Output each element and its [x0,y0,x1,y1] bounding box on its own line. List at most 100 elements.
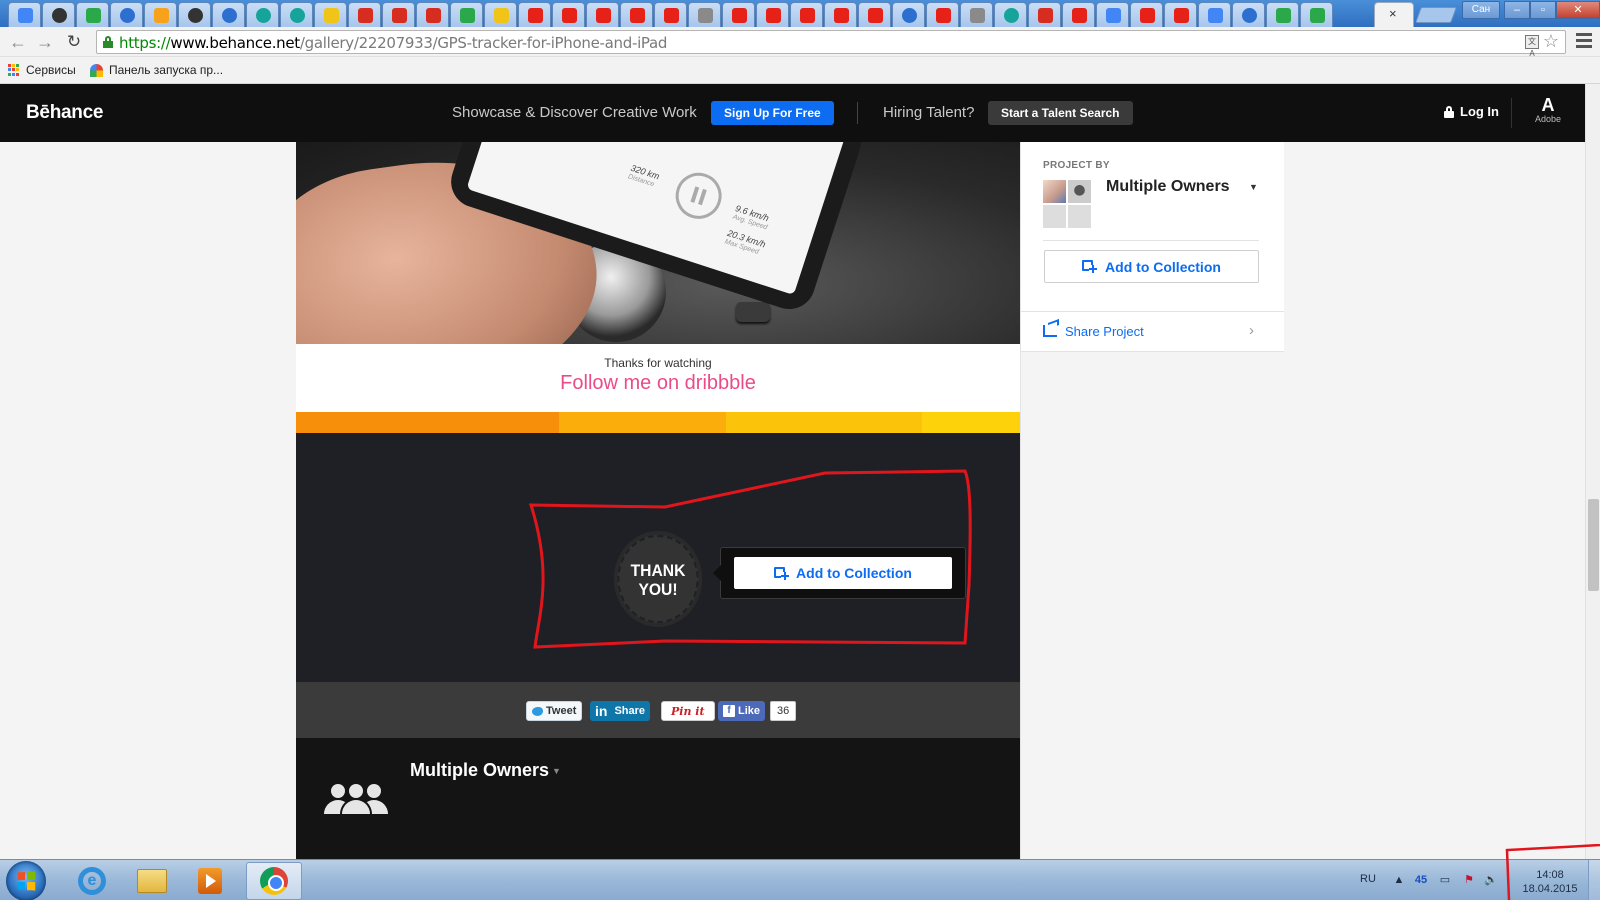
footer-dropdown-caret-icon[interactable]: ▼ [552,766,561,776]
browser-tab[interactable] [1130,2,1163,27]
browser-tab[interactable] [756,2,789,27]
browser-tab[interactable] [1266,2,1299,27]
browser-tab[interactable] [518,2,551,27]
facebook-like-button[interactable]: f Like [718,701,766,721]
browser-tab[interactable] [382,2,415,27]
browser-tab[interactable] [450,2,483,27]
close-window-button[interactable]: ✕ [1556,1,1600,19]
bookmark-apps[interactable]: Сервисы [8,63,76,77]
sign-up-button[interactable]: Sign Up For Free [711,101,834,125]
taskbar-chrome[interactable] [246,862,302,900]
browser-tab[interactable] [42,2,75,27]
browser-tab[interactable] [586,2,619,27]
maximize-button[interactable]: ▫ [1530,1,1556,19]
volume-icon[interactable]: 🔈 [1484,874,1498,887]
browser-tab[interactable] [280,2,313,27]
browser-tab[interactable] [1198,2,1231,27]
reload-button[interactable]: ↻ [62,31,86,53]
browser-tab[interactable] [722,2,755,27]
browser-tab[interactable] [790,2,823,27]
chrome-menu-icon[interactable] [1576,33,1592,49]
owners-dropdown-caret-icon[interactable]: ▼ [1249,182,1258,192]
tray-app-icon[interactable]: 45 [1414,874,1428,887]
tab-favicon-icon [358,8,373,23]
browser-tab[interactable] [824,2,857,27]
start-button[interactable] [6,861,46,900]
sidebar-owners-name[interactable]: Multiple Owners [1106,178,1230,196]
pinterest-button[interactable]: Pin it [661,701,715,721]
address-bar[interactable]: https://www.behance.net/gallery/22207933… [96,30,1566,58]
talent-search-button[interactable]: Start a Talent Search [988,101,1133,125]
browser-tab[interactable] [892,2,925,27]
header-divider [857,102,858,124]
behance-logo[interactable]: Bēhance [26,102,103,124]
browser-tab[interactable] [178,2,211,27]
sidebar-divider [1043,240,1259,241]
browser-tab[interactable] [1062,2,1095,27]
minimize-button[interactable]: – [1504,1,1530,19]
share-project-row[interactable]: Share Project › [1021,312,1284,352]
url-text[interactable]: https://www.behance.net/gallery/22207933… [119,34,667,52]
bookmark-launcher[interactable]: Панель запуска пр... [90,63,223,77]
thanks-for-watching-text: Thanks for watching [604,356,712,370]
browser-tab[interactable] [1096,2,1129,27]
bookmark-star-icon[interactable]: ☆ [1543,31,1559,52]
language-indicator[interactable]: RU [1360,873,1376,885]
browser-tab[interactable] [110,2,143,27]
login-link[interactable]: Log In [1444,104,1499,119]
page-scrollbar[interactable] [1585,84,1600,859]
tab-favicon-icon [528,8,543,23]
profile-button[interactable]: Сан [1462,1,1500,19]
new-tab-button[interactable] [1415,7,1457,23]
owner-avatars[interactable] [1043,180,1091,228]
dribbble-link[interactable]: Follow me on dribbble [296,372,1020,395]
browser-tab[interactable] [246,2,279,27]
taskbar-media-player[interactable] [182,862,238,900]
browser-tab[interactable] [314,2,347,27]
browser-tab[interactable] [484,2,517,27]
close-tab-icon[interactable]: × [1389,6,1397,21]
browser-tab[interactable] [654,2,687,27]
tab-favicon-icon [1310,8,1325,23]
network-icon[interactable]: ▭ [1438,874,1452,887]
translate-icon[interactable]: 文A [1525,35,1539,58]
browser-tab[interactable] [620,2,653,27]
avatar-placeholder [1068,205,1091,228]
adobe-logo[interactable]: A Adobe [1530,96,1566,124]
action-center-flag-icon[interactable]: ⚑ [1462,874,1476,887]
taskbar-internet-explorer[interactable]: e [64,862,120,900]
tab-favicon-icon [1004,8,1019,23]
browser-tab[interactable] [926,2,959,27]
tab-favicon-icon [188,8,203,23]
taskbar-file-explorer[interactable] [124,862,180,900]
tab-active[interactable]: × [1374,2,1414,27]
sidebar-add-to-collection-button[interactable]: Add to Collection [1044,250,1259,283]
browser-tab[interactable] [552,2,585,27]
browser-tab[interactable] [1300,2,1333,27]
browser-tab[interactable] [348,2,381,27]
add-to-collection-button[interactable]: Add to Collection [734,557,952,589]
linkedin-share-button[interactable]: in Share [590,701,651,721]
browser-tab[interactable] [858,2,891,27]
browser-tab[interactable] [144,2,177,27]
browser-tab[interactable] [8,2,41,27]
tweet-button[interactable]: Tweet [526,701,583,721]
avatar[interactable] [1043,180,1066,203]
forward-button[interactable]: → [33,31,57,53]
footer-owners-name[interactable]: Multiple Owners [410,760,549,781]
tab-favicon-icon [800,8,815,23]
browser-tab[interactable] [994,2,1027,27]
browser-tab[interactable] [1232,2,1265,27]
browser-tab[interactable] [1164,2,1197,27]
browser-tab[interactable] [960,2,993,27]
browser-tab[interactable] [416,2,449,27]
browser-tab[interactable] [1028,2,1061,27]
browser-tab[interactable] [76,2,109,27]
scrollbar-thumb[interactable] [1588,499,1599,591]
bookmark-apps-label: Сервисы [26,63,76,77]
back-button[interactable]: ← [6,31,30,53]
show-hidden-icons[interactable]: ▲ [1392,874,1406,887]
browser-tab[interactable] [688,2,721,27]
avatar[interactable] [1068,180,1091,203]
browser-tab[interactable] [212,2,245,27]
